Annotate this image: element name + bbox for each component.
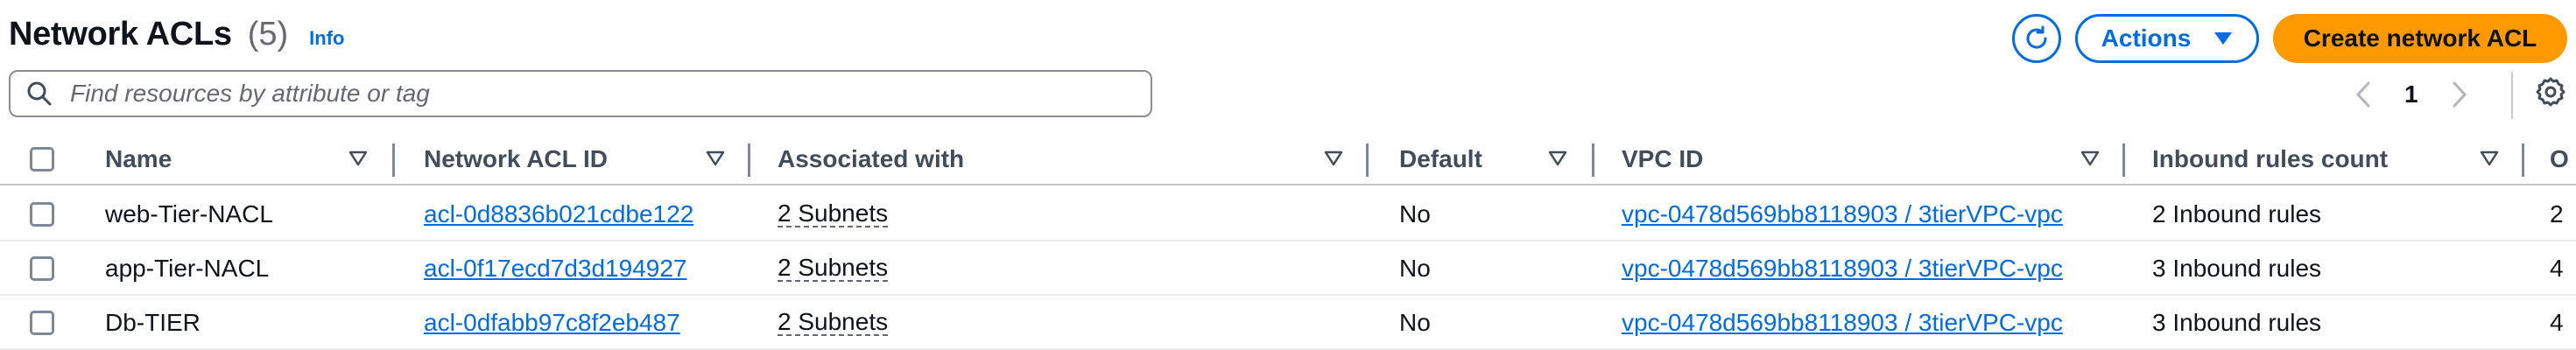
current-page[interactable]: 1 <box>2404 80 2418 108</box>
sort-icon[interactable] <box>2080 149 2100 168</box>
column-divider[interactable] <box>748 144 750 177</box>
vpc-id-link[interactable]: vpc-0478d569bb8118903 / 3tierVPC-vpc <box>1622 255 2063 283</box>
vpc-id-link[interactable]: vpc-0478d569bb8118903 / 3tierVPC-vpc <box>1622 309 2063 337</box>
table-row[interactable]: web-Tier-NACL acl-0d8836b021cdbe122 2 Su… <box>0 187 2576 242</box>
chevron-left-icon[interactable] <box>2355 81 2371 108</box>
cell-default: No <box>1399 255 1431 282</box>
column-header-outbound-truncated[interactable]: O <box>2550 133 2569 186</box>
sort-icon[interactable] <box>2480 149 2499 168</box>
cell-outbound-rules: 4 <box>2550 309 2564 336</box>
caret-down-icon <box>2214 32 2233 45</box>
column-label: O <box>2550 145 2569 172</box>
associated-subnets-popover[interactable]: 2 Subnets <box>778 310 889 336</box>
sort-icon[interactable] <box>1324 149 1343 168</box>
row-checkbox[interactable] <box>30 256 54 281</box>
sort-icon[interactable] <box>1548 149 1567 168</box>
gear-icon[interactable] <box>2534 75 2567 108</box>
column-header-default[interactable]: Default <box>1399 133 1482 186</box>
column-header-inbound-rules-count[interactable]: Inbound rules count <box>2152 133 2388 186</box>
column-header-name[interactable]: Name <box>105 133 172 186</box>
cell-name: web-Tier-NACL <box>105 200 273 228</box>
column-divider[interactable] <box>2522 144 2524 177</box>
cell-outbound-rules: 2 <box>2550 200 2564 228</box>
pagination: 1 <box>2355 74 2467 116</box>
associated-subnets-popover[interactable]: 2 Subnets <box>778 201 889 228</box>
cell-outbound-rules: 4 <box>2550 255 2564 282</box>
column-label: VPC ID <box>1622 145 1704 172</box>
item-count: (5) <box>247 16 289 52</box>
select-all-checkbox[interactable] <box>30 147 54 172</box>
column-label: Name <box>105 145 172 172</box>
page-header: Network ACLs (5) Info <box>9 16 344 53</box>
column-divider[interactable] <box>2122 144 2125 177</box>
table-row[interactable]: Db-TIER acl-0dfabb97c8f2eb487 2 Subnets … <box>0 296 2576 350</box>
column-label: Network ACL ID <box>424 145 609 172</box>
row-checkbox[interactable] <box>30 202 54 227</box>
vpc-id-link[interactable]: vpc-0478d569bb8118903 / 3tierVPC-vpc <box>1622 200 2063 228</box>
create-network-acl-button[interactable]: Create network ACL <box>2273 14 2567 63</box>
column-label: Default <box>1399 145 1482 172</box>
search-icon <box>27 81 52 106</box>
cell-inbound-rules: 3 Inbound rules <box>2152 255 2322 282</box>
cell-default: No <box>1399 309 1431 336</box>
page-title: Network ACLs <box>9 16 232 52</box>
associated-subnets-popover[interactable]: 2 Subnets <box>778 256 889 282</box>
cell-inbound-rules: 2 Inbound rules <box>2152 200 2322 228</box>
refresh-icon <box>2026 25 2047 49</box>
chevron-right-icon[interactable] <box>2452 81 2467 108</box>
cell-default: No <box>1399 200 1431 228</box>
sort-icon[interactable] <box>348 149 368 168</box>
actions-dropdown-button[interactable]: Actions <box>2075 14 2259 63</box>
pagination-divider <box>2511 72 2513 119</box>
acl-id-link[interactable]: acl-0f17ecd7d3d194927 <box>424 255 686 283</box>
column-divider[interactable] <box>1592 144 1594 177</box>
table-header: Name Network ACL ID Associated with Defa… <box>0 133 2576 186</box>
sort-icon[interactable] <box>706 149 725 168</box>
column-divider[interactable] <box>1366 144 1369 177</box>
table-row[interactable]: app-Tier-NACL acl-0f17ecd7d3d194927 2 Su… <box>0 242 2576 296</box>
acl-id-link[interactable]: acl-0d8836b021cdbe122 <box>424 200 693 228</box>
column-header-acl-id[interactable]: Network ACL ID <box>424 133 608 186</box>
network-acls-page: Network ACLs (5) Info Actions Create net… <box>0 0 2576 350</box>
info-link[interactable]: Info <box>309 27 344 50</box>
cell-inbound-rules: 3 Inbound rules <box>2152 309 2322 336</box>
column-label: Inbound rules count <box>2152 145 2389 172</box>
column-divider[interactable] <box>392 144 395 177</box>
cell-name: app-Tier-NACL <box>105 255 270 282</box>
row-checkbox[interactable] <box>30 311 54 335</box>
actions-label: Actions <box>2101 24 2192 52</box>
refresh-button[interactable] <box>2012 14 2061 63</box>
search-bar[interactable] <box>9 70 1152 117</box>
cell-name: Db-TIER <box>105 309 201 336</box>
column-label: Associated with <box>778 145 965 172</box>
column-header-associated-with[interactable]: Associated with <box>778 133 964 186</box>
search-input[interactable] <box>70 80 1121 108</box>
column-header-vpc-id[interactable]: VPC ID <box>1622 133 1703 186</box>
acl-id-link[interactable]: acl-0dfabb97c8f2eb487 <box>424 309 680 337</box>
